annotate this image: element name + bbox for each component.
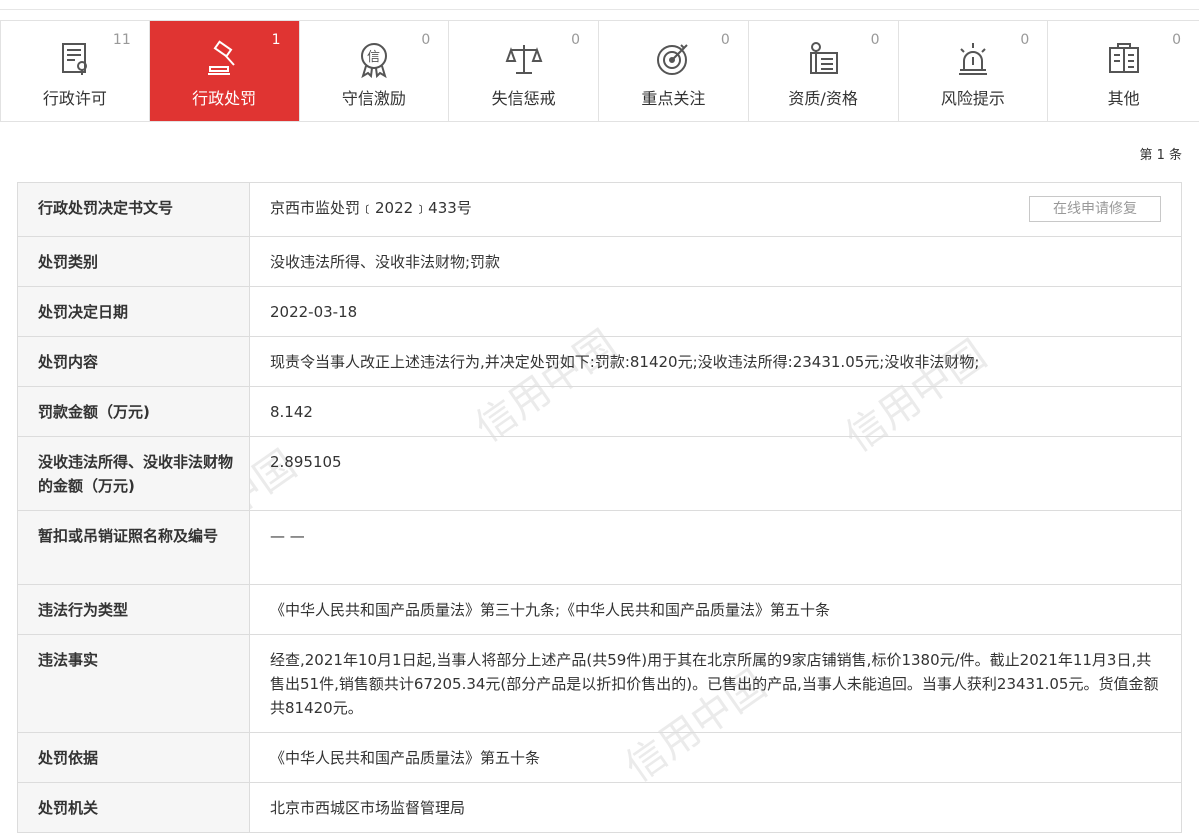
field-label: 没收违法所得、没收非法财物的金额（万元) (18, 437, 250, 510)
field-value: 8.142 (270, 403, 313, 421)
tab-key-attention[interactable]: 0 重点关注 (599, 21, 749, 121)
field-value: 北京市西城区市场监督管理局 (270, 799, 466, 817)
field-value: 经查,2021年10月1日起,当事人将部分上述产品(共59件)用于其在北京所属的… (270, 651, 1159, 717)
tab-admin-license[interactable]: 11 行政许可 (0, 21, 150, 121)
field-label: 暂扣或吊销证照名称及编号 (18, 511, 250, 584)
field-value: 2022-03-18 (270, 303, 358, 321)
penalty-record-table: 信用中国 信用中国 信用中国 信用中国 行政处罚决定书文号 京西市监处罚﹝202… (17, 182, 1182, 833)
field-label: 罚款金额（万元) (18, 387, 250, 436)
tab-other[interactable]: 0 其他 (1048, 21, 1199, 121)
field-value: 《中华人民共和国产品质量法》第三十九条;《中华人民共和国产品质量法》第五十条 (270, 601, 831, 619)
record-row: 处罚依据 《中华人民共和国产品质量法》第五十条 (18, 733, 1181, 783)
tab-count: 0 (720, 32, 730, 48)
tab-count: 0 (1172, 32, 1181, 48)
record-row: 违法行为类型 《中华人民共和国产品质量法》第三十九条;《中华人民共和国产品质量法… (18, 585, 1181, 635)
record-row: 处罚类别 没收违法所得、没收非法财物;罚款 (18, 237, 1181, 287)
field-label: 处罚机关 (18, 783, 250, 832)
field-value: — — (270, 527, 305, 545)
scales-icon (504, 39, 544, 79)
tab-label: 行政处罚 (192, 89, 257, 108)
field-label: 处罚依据 (18, 733, 250, 782)
tab-dishonesty-penalty[interactable]: 0 失信惩戒 (449, 21, 599, 121)
tab-label: 失信惩戒 (491, 89, 556, 108)
field-label: 违法行为类型 (18, 585, 250, 634)
tab-count: 11 (112, 32, 131, 48)
tab-risk-warning[interactable]: 0 风险提示 (899, 21, 1049, 121)
alarm-icon (953, 39, 993, 79)
record-row: 处罚机关 北京市西城区市场监督管理局 (18, 783, 1181, 833)
tab-count: 0 (421, 32, 431, 48)
field-value: 没收违法所得、没收非法财物;罚款 (270, 253, 501, 271)
tab-label: 行政许可 (42, 89, 107, 108)
certificate-icon (803, 39, 843, 79)
record-row: 行政处罚决定书文号 京西市监处罚﹝2022﹞433号 在线申请修复 (18, 183, 1181, 237)
tab-label: 重点关注 (641, 89, 706, 108)
tab-label: 风险提示 (940, 89, 1005, 108)
other-icon (1104, 39, 1144, 79)
tab-count: 0 (1020, 32, 1030, 48)
category-tabs: 11 行政许可 1 行政处罚 0 信 守信激励 0 失信惩戒 0 重点关注 0 (0, 20, 1199, 122)
tab-count: 0 (571, 32, 580, 48)
tab-label: 资质/资格 (788, 89, 858, 108)
tab-label: 其他 (1107, 89, 1140, 108)
field-label: 违法事实 (18, 635, 250, 732)
record-row: 处罚决定日期 2022-03-18 (18, 287, 1181, 337)
tab-admin-penalty[interactable]: 1 行政处罚 (149, 21, 300, 121)
tab-label: 守信激励 (341, 89, 406, 108)
record-row: 罚款金额（万元) 8.142 (18, 387, 1181, 437)
credit-badge-icon: 信 (354, 39, 394, 79)
tab-qualification[interactable]: 0 资质/资格 (749, 21, 899, 121)
apply-fix-online-button[interactable]: 在线申请修复 (1029, 196, 1161, 222)
field-label: 行政处罚决定书文号 (18, 183, 250, 236)
tab-count: 0 (870, 32, 880, 48)
field-value: 现责令当事人改正上述违法行为,并决定处罚如下:罚款:81420元;没收违法所得:… (270, 353, 980, 371)
record-row: 暂扣或吊销证照名称及编号 — — (18, 511, 1181, 585)
field-value: 《中华人民共和国产品质量法》第五十条 (270, 749, 541, 767)
tab-credit-incentive[interactable]: 0 信 守信激励 (300, 21, 450, 121)
top-divider (0, 0, 1199, 10)
gavel-icon (204, 39, 244, 79)
svg-text:信: 信 (367, 50, 380, 65)
field-label: 处罚内容 (18, 337, 250, 386)
license-icon (55, 39, 95, 79)
field-label: 处罚类别 (18, 237, 250, 286)
field-value: 2.895105 (270, 453, 342, 471)
record-row: 没收违法所得、没收非法财物的金额（万元) 2.895105 (18, 437, 1181, 511)
field-label: 处罚决定日期 (18, 287, 250, 336)
record-row: 处罚内容 现责令当事人改正上述违法行为,并决定处罚如下:罚款:81420元;没收… (18, 337, 1181, 387)
tab-count: 1 (271, 32, 281, 48)
record-row: 违法事实 经查,2021年10月1日起,当事人将部分上述产品(共59件)用于其在… (18, 635, 1181, 733)
target-icon (653, 39, 693, 79)
record-counter: 第 1 条 (1139, 148, 1182, 163)
